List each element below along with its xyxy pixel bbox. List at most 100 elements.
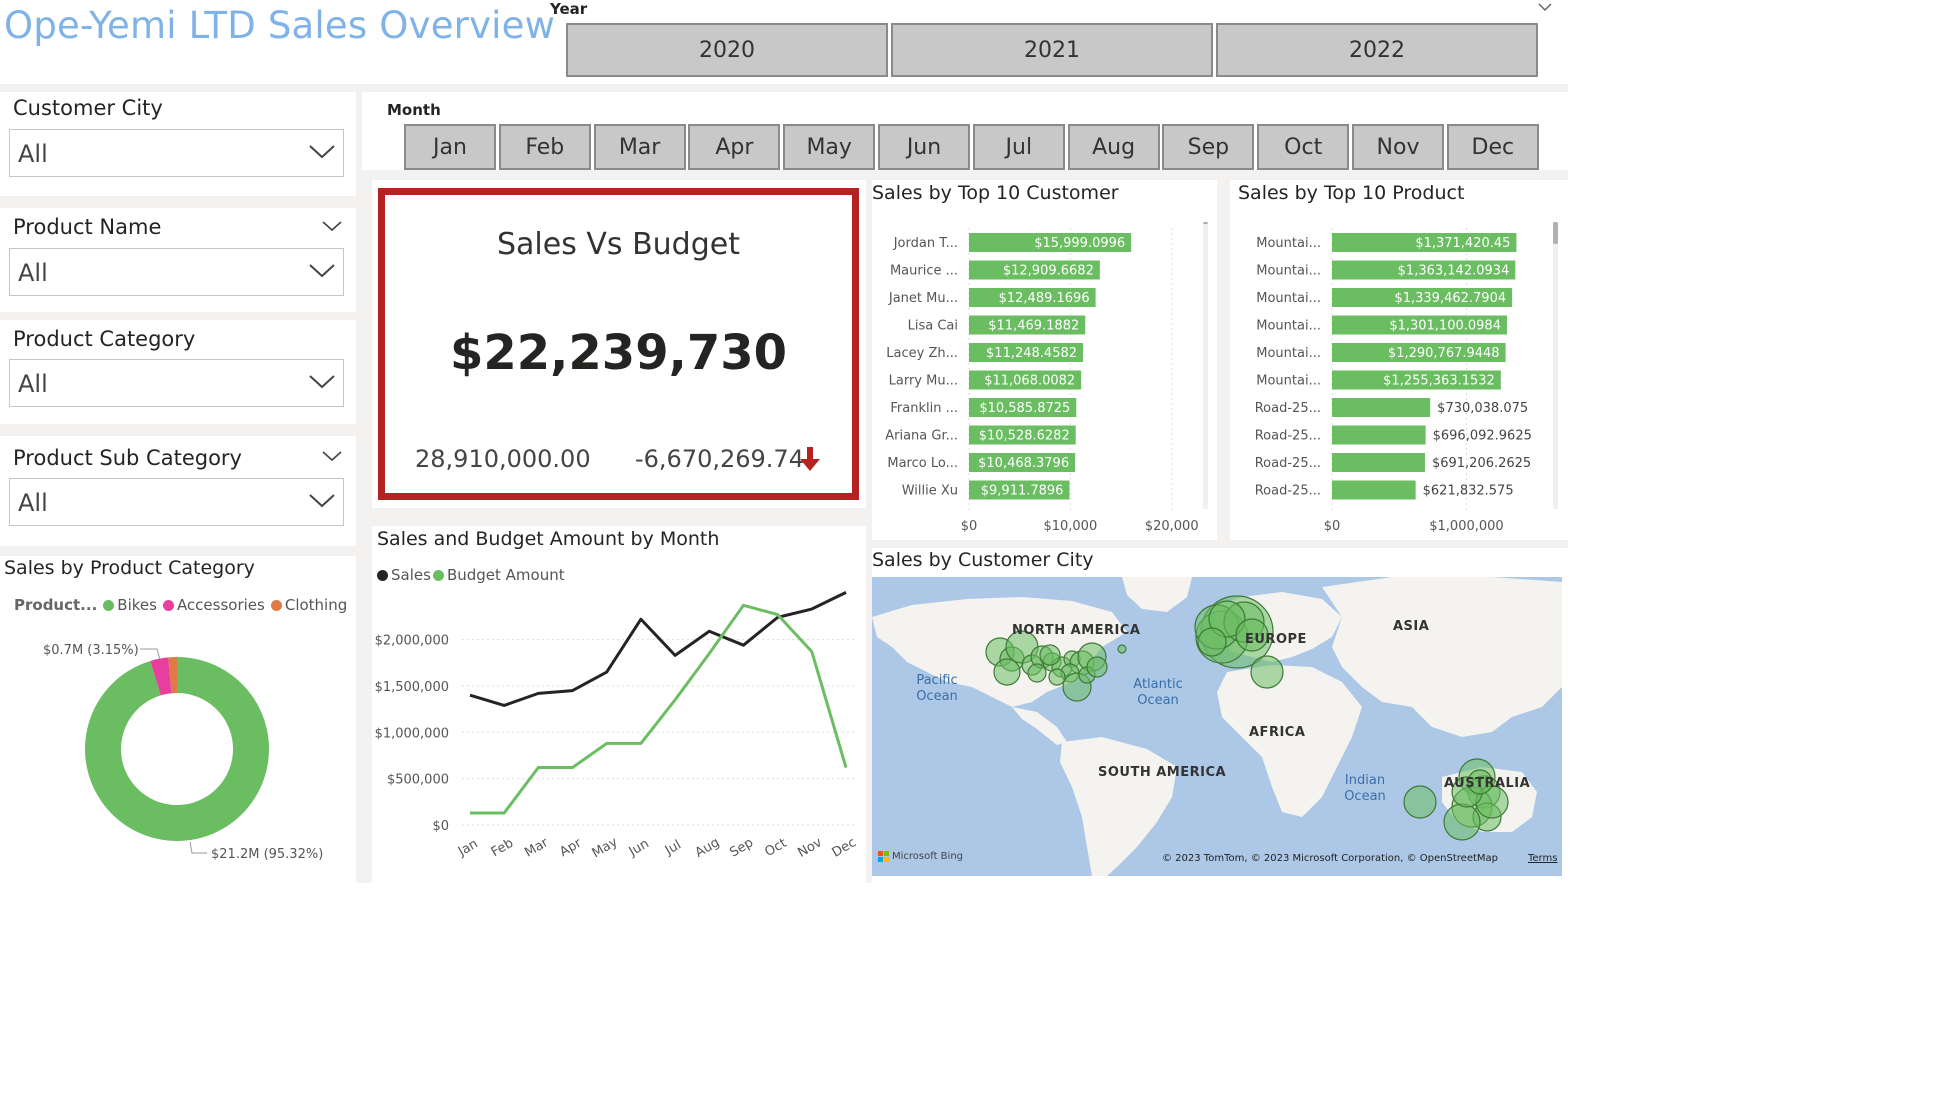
category-label: Mountai...: [1256, 374, 1321, 389]
scrollbar-track[interactable]: [1203, 222, 1208, 509]
month-button-nov[interactable]: Nov: [1352, 124, 1444, 170]
year-button-2022[interactable]: 2022: [1216, 23, 1538, 77]
data-label: $10,468.3796: [978, 456, 1069, 471]
data-label: $11,068.0082: [984, 374, 1075, 389]
category-label: Maurice ...: [890, 264, 958, 279]
month-button-oct[interactable]: Oct: [1257, 124, 1350, 170]
map-bubble[interactable]: [1027, 663, 1047, 683]
dropdown-value: All: [18, 140, 48, 168]
category-label: Franklin ...: [890, 401, 958, 416]
x-tick-label: $0: [961, 519, 978, 534]
map-label-europe: EUROPE: [1245, 632, 1307, 647]
scrollbar-thumb[interactable]: [1203, 222, 1208, 224]
data-label: $730,038.075: [1437, 401, 1528, 416]
land-south-america: [1060, 737, 1177, 876]
slicer-customer-city: Customer City All: [0, 92, 356, 196]
map-bubble[interactable]: [1048, 668, 1066, 686]
top-customers-chart: $0 $10,000 $20,000 Jordan T... $15,999.0996 M…: [885, 222, 1208, 534]
data-label: $621,832.575: [1423, 484, 1514, 499]
dropdown-value: All: [18, 259, 48, 287]
slicer-title: Product Name: [13, 215, 162, 239]
data-label: $10,528.6282: [979, 429, 1070, 444]
product-category-dropdown[interactable]: All: [9, 359, 344, 407]
category-donut-visual: Sales by Product Category Product... Bik…: [0, 556, 356, 883]
x-tick-label: Jan: [455, 836, 481, 860]
category-label: Road-25...: [1255, 456, 1321, 471]
legend-item-bikes[interactable]: Bikes: [103, 596, 157, 614]
customer-city-dropdown[interactable]: All: [9, 129, 344, 177]
x-tick-label: Oct: [762, 836, 789, 860]
kpi-card[interactable]: Sales Vs Budget $22,239,730 28,910,000.0…: [378, 188, 859, 500]
legend-title: Product...: [14, 596, 98, 614]
slicer-product-category: Product Category All: [0, 320, 356, 424]
bar[interactable]: [1332, 453, 1425, 472]
category-label: Mountai...: [1256, 291, 1321, 306]
legend-label: Bikes: [117, 596, 157, 614]
bing-logo-text: Microsoft Bing: [892, 851, 964, 862]
month-button-jul[interactable]: Jul: [972, 124, 1065, 170]
month-button-apr[interactable]: Apr: [688, 124, 781, 170]
scrollbar-track[interactable]: [1553, 222, 1558, 509]
microsoft-logo-icon: [878, 851, 889, 862]
map-bubble[interactable]: [1443, 803, 1481, 841]
chevron-down-icon: [309, 375, 335, 389]
month-button-mar[interactable]: Mar: [593, 124, 686, 170]
data-label: $10,585.8725: [979, 401, 1070, 416]
map-bubble[interactable]: [1117, 644, 1127, 654]
map-bubble[interactable]: [1086, 656, 1108, 678]
bing-logo: Microsoft Bing: [878, 851, 963, 862]
scrollbar-thumb[interactable]: [1553, 222, 1558, 244]
data-label: $1,290,767.9448: [1388, 346, 1500, 361]
chevron-down-icon[interactable]: [322, 218, 342, 234]
land-greenland: [1122, 577, 1192, 612]
legend-item-clothing[interactable]: Clothing: [270, 596, 347, 614]
month-button-aug[interactable]: Aug: [1067, 124, 1160, 170]
product-name-dropdown[interactable]: All: [9, 248, 344, 296]
map-terms-link[interactable]: Terms: [1528, 853, 1557, 864]
map-copyright[interactable]: © 2023 TomTom, © 2023 Microsoft Corporat…: [1162, 853, 1498, 864]
map-label-atlantic: Atlantic Ocean: [1133, 677, 1183, 708]
leader-line: [189, 841, 207, 854]
month-button-jan[interactable]: Jan: [404, 124, 496, 170]
chevron-down-icon[interactable]: [1538, 0, 1552, 16]
center-divider: [362, 170, 372, 883]
chevron-down-icon[interactable]: [322, 448, 342, 464]
map-bubble[interactable]: [1039, 644, 1061, 666]
map-bubble[interactable]: [993, 658, 1021, 686]
month-button-dec[interactable]: Dec: [1446, 124, 1539, 170]
legend-item-accessories[interactable]: Accessories: [162, 596, 265, 614]
bar[interactable]: [1332, 398, 1431, 417]
map-label-north-america: NORTH AMERICA: [1012, 623, 1141, 638]
category-label: Road-25...: [1255, 484, 1321, 499]
data-label: $1,371,420.45: [1415, 236, 1510, 251]
visual-title: Sales by Customer City: [872, 549, 1094, 571]
map-bubble[interactable]: [1250, 655, 1284, 689]
bar[interactable]: [1332, 480, 1416, 500]
map-label-australia: AUSTRALIA: [1444, 776, 1531, 791]
category-label: Mountai...: [1256, 319, 1321, 334]
bar[interactable]: [1332, 425, 1426, 445]
series-line-sales[interactable]: [469, 590, 847, 707]
month-button-may[interactable]: May: [783, 124, 876, 170]
data-label: $1,301,100.0984: [1389, 319, 1501, 334]
month-button-feb[interactable]: Feb: [498, 124, 591, 170]
map-bubble[interactable]: [1197, 627, 1227, 657]
chevron-down-icon: [309, 145, 335, 159]
x-tick-label: $1,000,000: [1429, 519, 1503, 534]
year-button-2021[interactable]: 2021: [891, 23, 1213, 77]
product-sub-category-dropdown[interactable]: All: [9, 478, 344, 526]
month-divider: [372, 170, 1568, 180]
map-bubble[interactable]: [1403, 785, 1437, 819]
top-divider: [362, 84, 1568, 92]
category-label: Jordan T...: [893, 236, 958, 251]
category-label: Road-25...: [1255, 429, 1321, 444]
line-chart: $0 $500,000 $1,000,000 $1,500,000 $2,000,000…: [375, 590, 859, 861]
customer-city-map[interactable]: NORTH AMERICA EUROPE ASIA AFRICA SOUTH A…: [872, 577, 1562, 876]
month-button-sep[interactable]: Sep: [1162, 124, 1255, 170]
leader-line: [140, 648, 161, 661]
data-label: $1,255,363.1532: [1383, 374, 1495, 389]
slicer-product-name: Product Name All: [0, 208, 356, 312]
category-label: Mountai...: [1256, 264, 1321, 279]
month-button-jun[interactable]: Jun: [878, 124, 970, 170]
year-button-2020[interactable]: 2020: [566, 23, 888, 77]
